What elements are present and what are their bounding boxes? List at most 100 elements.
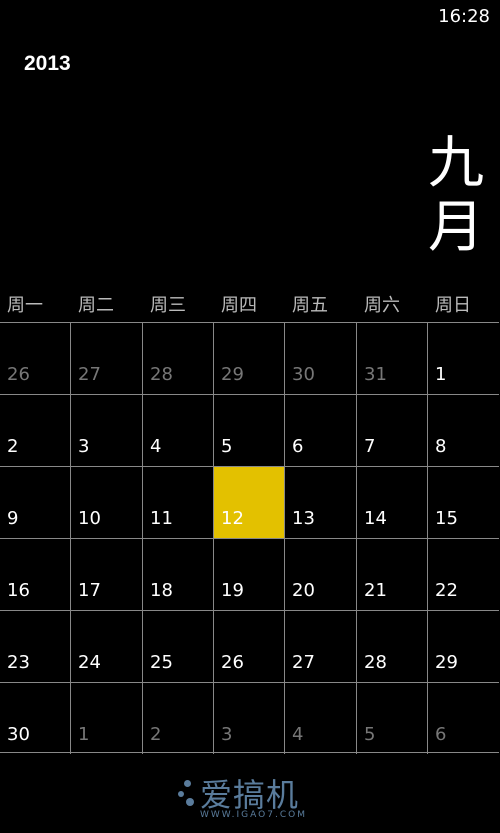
weekday-label: 周二 (78, 295, 114, 316)
calendar-day[interactable]: 1 (71, 683, 143, 754)
calendar-day[interactable]: 28 (143, 323, 214, 394)
calendar-week-row: 2 3 4 5 6 7 8 (0, 394, 499, 467)
calendar-day[interactable]: 26 (214, 611, 285, 682)
day-number: 11 (150, 508, 173, 529)
calendar-day[interactable]: 26 (0, 323, 71, 394)
day-number: 21 (364, 580, 387, 601)
calendar-week-row: 30 1 2 3 4 5 6 (0, 682, 499, 755)
calendar-day[interactable]: 8 (428, 395, 499, 466)
day-number: 25 (150, 652, 173, 673)
calendar-day[interactable]: 19 (214, 539, 285, 610)
day-number: 24 (78, 652, 101, 673)
day-number: 22 (435, 580, 458, 601)
day-number: 28 (150, 364, 173, 385)
month-char-1: 九 (428, 131, 484, 196)
calendar-day[interactable]: 30 (285, 323, 357, 394)
weekday-label: 周日 (435, 295, 471, 316)
calendar-day[interactable]: 4 (285, 683, 357, 754)
day-number: 30 (7, 724, 30, 745)
day-number: 6 (435, 724, 447, 745)
day-number: 3 (221, 724, 233, 745)
weekday-label: 周三 (150, 295, 186, 316)
calendar-day[interactable]: 22 (428, 539, 499, 610)
day-number: 14 (364, 508, 387, 529)
day-number: 5 (221, 436, 233, 457)
calendar-day[interactable]: 7 (357, 395, 428, 466)
status-time: 16:28 (438, 6, 490, 27)
day-number: 19 (221, 580, 244, 601)
weekday-label: 周六 (364, 295, 400, 316)
calendar-day[interactable]: 14 (357, 467, 428, 538)
calendar-day-today[interactable]: 12 (214, 467, 285, 538)
day-number: 10 (78, 508, 101, 529)
calendar-day[interactable]: 5 (357, 683, 428, 754)
day-number: 29 (221, 364, 244, 385)
calendar-day[interactable]: 6 (428, 683, 499, 754)
day-number: 27 (292, 652, 315, 673)
calendar-day[interactable]: 3 (71, 395, 143, 466)
calendar-day[interactable]: 27 (71, 323, 143, 394)
calendar-day[interactable]: 6 (285, 395, 357, 466)
calendar-day[interactable]: 24 (71, 611, 143, 682)
calendar-day[interactable]: 31 (357, 323, 428, 394)
day-number: 28 (364, 652, 387, 673)
day-number: 23 (7, 652, 30, 673)
calendar-day[interactable]: 16 (0, 539, 71, 610)
calendar-day[interactable]: 13 (285, 467, 357, 538)
day-number: 12 (221, 508, 244, 529)
month-label: 九 月 (424, 132, 488, 260)
calendar-day[interactable]: 29 (428, 611, 499, 682)
calendar-day[interactable]: 11 (143, 467, 214, 538)
calendar-grid: 26 27 28 29 30 31 1 2 3 4 5 6 7 8 9 10 11 12 13 14 15 16 17 18 1… (0, 322, 499, 755)
calendar-day[interactable]: 30 (0, 683, 71, 754)
calendar-day[interactable]: 5 (214, 395, 285, 466)
calendar-day[interactable]: 21 (357, 539, 428, 610)
calendar-day[interactable]: 20 (285, 539, 357, 610)
weekday-label: 周五 (292, 295, 328, 316)
day-number: 26 (7, 364, 30, 385)
day-number: 8 (435, 436, 447, 457)
calendar-day[interactable]: 9 (0, 467, 71, 538)
calendar-week-row: 26 27 28 29 30 31 1 (0, 322, 499, 395)
day-number: 7 (364, 436, 376, 457)
watermark-dots-icon (178, 778, 202, 808)
weekday-label: 周四 (221, 295, 257, 316)
day-number: 17 (78, 580, 101, 601)
calendar-day[interactable]: 18 (143, 539, 214, 610)
calendar-day[interactable]: 17 (71, 539, 143, 610)
day-number: 6 (292, 436, 304, 457)
calendar-day[interactable]: 10 (71, 467, 143, 538)
calendar-day[interactable]: 29 (214, 323, 285, 394)
calendar-day[interactable]: 2 (143, 683, 214, 754)
calendar-day[interactable]: 1 (428, 323, 499, 394)
calendar-day[interactable]: 28 (357, 611, 428, 682)
day-number: 4 (150, 436, 162, 457)
year-label: 2013 (24, 52, 71, 75)
day-number: 16 (7, 580, 30, 601)
day-number: 9 (7, 508, 19, 529)
calendar-day[interactable]: 25 (143, 611, 214, 682)
day-number: 4 (292, 724, 304, 745)
month-char-2: 月 (428, 195, 484, 260)
day-number: 29 (435, 652, 458, 673)
calendar-day[interactable]: 4 (143, 395, 214, 466)
day-number: 31 (364, 364, 387, 385)
day-number: 1 (78, 724, 90, 745)
calendar-day[interactable]: 15 (428, 467, 499, 538)
day-number: 15 (435, 508, 458, 529)
day-number: 26 (221, 652, 244, 673)
day-number: 18 (150, 580, 173, 601)
day-number: 30 (292, 364, 315, 385)
day-number: 27 (78, 364, 101, 385)
calendar-day[interactable]: 23 (0, 611, 71, 682)
day-number: 13 (292, 508, 315, 529)
calendar-week-row: 9 10 11 12 13 14 15 (0, 466, 499, 539)
calendar-day[interactable]: 3 (214, 683, 285, 754)
calendar-day[interactable]: 2 (0, 395, 71, 466)
day-number: 20 (292, 580, 315, 601)
day-number: 5 (364, 724, 376, 745)
weekday-label: 周一 (7, 295, 43, 316)
day-number: 1 (435, 364, 447, 385)
calendar-day[interactable]: 27 (285, 611, 357, 682)
calendar-week-row: 23 24 25 26 27 28 29 (0, 610, 499, 683)
